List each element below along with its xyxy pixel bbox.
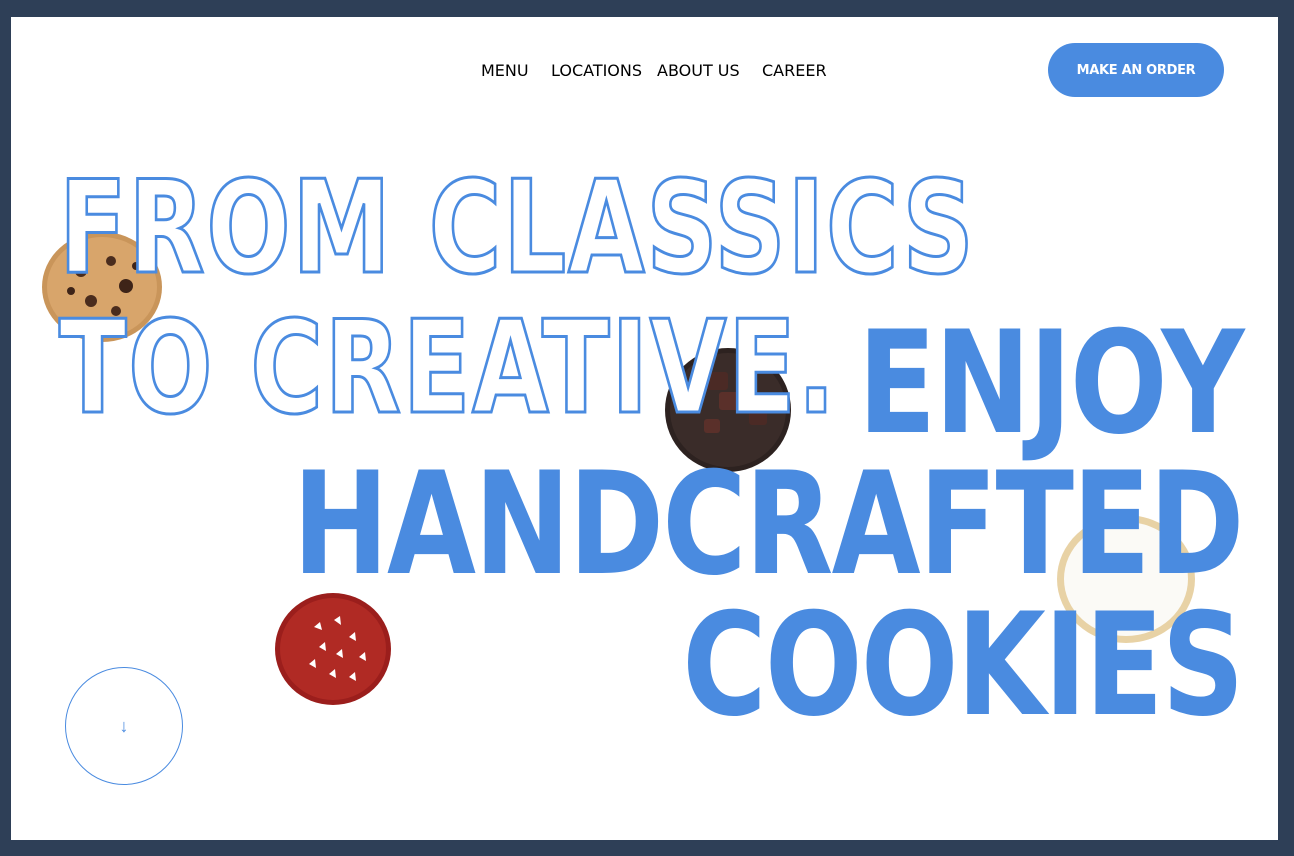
hero-solid-line-1: ENJOY bbox=[858, 301, 1245, 466]
hero-solid-line-3: COOKIES bbox=[682, 583, 1245, 748]
make-an-order-button[interactable]: MAKE AN ORDER bbox=[1048, 43, 1224, 97]
scroll-down-button[interactable]: ↓ bbox=[65, 667, 183, 785]
hero-outline-line-1: FROM CLASSICS bbox=[58, 154, 976, 303]
landing-page: MENU LOCATIONS ABOUT US CAREER MAKE AN O… bbox=[11, 17, 1278, 840]
hero-solid-line-2: HANDCRAFTED bbox=[292, 442, 1245, 607]
nav-item-about-us[interactable]: ABOUT US bbox=[657, 61, 740, 80]
nav-item-career[interactable]: CAREER bbox=[762, 61, 827, 80]
nav-item-locations[interactable]: LOCATIONS bbox=[551, 61, 642, 80]
arrow-down-icon: ↓ bbox=[119, 715, 129, 736]
nav-item-menu[interactable]: MENU bbox=[481, 61, 529, 80]
red-velvet-cookie-image bbox=[275, 593, 391, 705]
hero-outline-line-2: TO CREATIVE. bbox=[58, 294, 837, 443]
